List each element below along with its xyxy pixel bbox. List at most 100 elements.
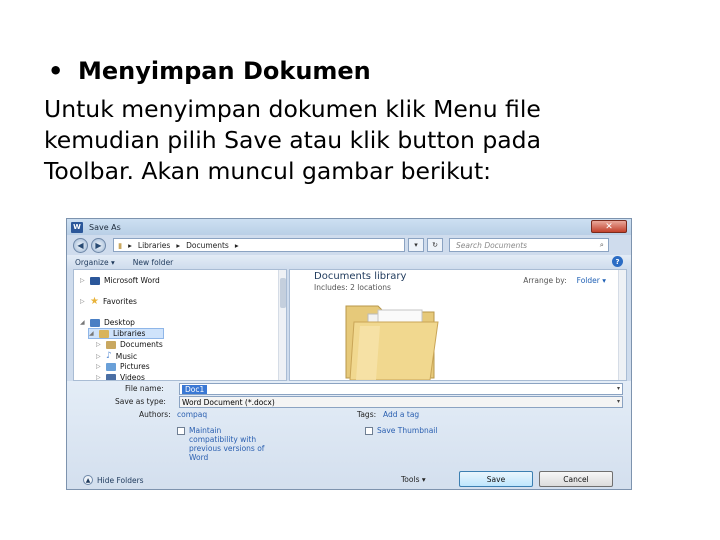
address-dropdown-button[interactable]: ▾	[408, 238, 424, 252]
collapse-arrow-icon[interactable]: ◢	[89, 330, 95, 337]
word-icon	[90, 276, 100, 285]
bullet-glyph: •	[48, 57, 64, 85]
documents-icon	[106, 340, 116, 349]
slide-text: • Menyimpan Dokumen Untuk menyimpan dokum…	[44, 56, 684, 187]
refresh-button[interactable]: ↻	[427, 238, 443, 252]
cancel-button[interactable]: Cancel	[539, 471, 613, 487]
expand-arrow-icon[interactable]: ▷	[80, 298, 86, 305]
tree-item-videos[interactable]: ▷ Videos	[96, 373, 145, 381]
folder-icon: ▮	[118, 240, 123, 250]
search-input[interactable]: Search Documents ⌕	[449, 238, 609, 252]
tags-value[interactable]: Add a tag	[383, 410, 419, 419]
collapse-arrow-icon[interactable]: ◢	[80, 319, 86, 326]
tree-item-favorites[interactable]: ▷ ★ Favorites	[80, 296, 137, 307]
file-name-input[interactable]: Doc1 ▾	[179, 383, 623, 395]
checkbox-box[interactable]	[177, 427, 185, 435]
tree-item-label: Libraries	[113, 329, 146, 338]
maintain-compatibility-label: Maintain compatibility with previous ver…	[189, 426, 264, 462]
save-button[interactable]: Save	[459, 471, 533, 487]
search-placeholder: Search Documents	[456, 240, 528, 250]
arrange-by-dropdown[interactable]: Folder ▾	[577, 276, 606, 285]
expand-arrow-icon[interactable]: ▷	[96, 363, 102, 370]
new-folder-button[interactable]: New folder	[133, 258, 174, 267]
hide-folders-button[interactable]: ▲ Hide Folders	[83, 475, 144, 485]
word-icon: W	[71, 221, 83, 233]
desktop-icon	[90, 318, 100, 327]
folder-icon[interactable]	[338, 300, 456, 380]
save-fields: File name: Doc1 ▾ Save as type: Word Doc…	[67, 381, 631, 489]
authors-value[interactable]: compaq	[177, 410, 207, 419]
content-pane: Documents library Includes: 2 locations …	[289, 269, 627, 381]
back-button[interactable]: ◀	[73, 237, 88, 253]
maintain-line: Word	[189, 453, 209, 462]
tree-item-label: Microsoft Word	[104, 276, 160, 285]
save-type-select[interactable]: Word Document (*.docx) ▾	[179, 396, 623, 408]
breadcrumb-separator: ▸	[176, 240, 181, 250]
navigation-pane: ▷ Microsoft Word ▷ ★ Favorites ◢ Desktop…	[73, 269, 287, 381]
maintain-compatibility-checkbox[interactable]: Maintain compatibility with previous ver…	[177, 426, 264, 462]
chevron-down-icon[interactable]: ▾	[617, 398, 620, 405]
dialog-title: Save As	[89, 222, 121, 232]
pictures-icon	[106, 362, 116, 371]
breadcrumb-documents[interactable]: Documents	[186, 241, 229, 250]
arrange-by-label: Arrange by:	[523, 276, 567, 285]
slide-paragraph: Untuk menyimpan dokumen klik Menu file k…	[44, 94, 684, 187]
save-thumbnail-checkbox[interactable]: Save Thumbnail	[365, 426, 437, 435]
expand-arrow-icon[interactable]: ▷	[96, 374, 102, 380]
chevron-up-icon: ▲	[83, 475, 93, 485]
tree-item-label: Favorites	[102, 297, 137, 306]
navigation-scrollbar[interactable]	[278, 270, 286, 380]
hide-folders-label: Hide Folders	[97, 475, 144, 485]
address-bar[interactable]: ▮ ▸ Libraries ▸ Documents ▸	[113, 238, 405, 252]
breadcrumb-libraries[interactable]: Libraries	[138, 241, 170, 250]
content-scrollbar[interactable]	[618, 270, 626, 380]
scrollbar-thumb[interactable]	[280, 278, 286, 308]
tree-item-label: Music	[115, 351, 138, 361]
help-icon[interactable]: ?	[612, 256, 623, 267]
breadcrumb-separator: ▸	[128, 240, 132, 250]
music-icon: ♪	[106, 351, 112, 361]
paragraph-line: Toolbar. Akan muncul gambar berikut:	[44, 157, 492, 185]
organize-menu[interactable]: Organize ▾	[75, 258, 115, 267]
save-type-label: Save as type:	[115, 397, 166, 406]
tree-item-label: Documents	[120, 340, 163, 349]
save-as-dialog: W Save As ✕ ◀ ▶ ▮ ▸ Libraries ▸ Document…	[66, 218, 632, 490]
tree-item-music[interactable]: ▷ ♪ Music	[96, 351, 137, 361]
slide-heading: • Menyimpan Dokumen	[44, 56, 684, 86]
authors-label: Authors:	[139, 410, 171, 419]
paragraph-line: Untuk menyimpan dokumen klik Menu file	[44, 95, 541, 123]
dialog-toolbar: Organize ▾ New folder ?	[67, 255, 631, 269]
tools-menu[interactable]: Tools ▾	[401, 475, 426, 484]
maintain-line: compatibility with	[189, 435, 257, 444]
library-icon	[99, 329, 109, 338]
tree-item-documents[interactable]: ▷ Documents	[96, 340, 163, 349]
tree-item-label: Desktop	[104, 318, 135, 327]
library-title: Documents library	[314, 271, 407, 282]
arrange-by: Arrange by: Folder ▾	[523, 276, 606, 285]
videos-icon	[106, 373, 116, 380]
forward-button[interactable]: ▶	[91, 237, 106, 253]
chevron-down-icon[interactable]: ▾	[617, 385, 620, 392]
tree-item-pictures[interactable]: ▷ Pictures	[96, 362, 150, 371]
file-name-value: Doc1	[182, 384, 208, 394]
close-button[interactable]: ✕	[591, 220, 627, 233]
tree-item-label: Videos	[120, 373, 145, 381]
save-type-value: Word Document (*.docx)	[182, 397, 275, 407]
expand-arrow-icon[interactable]: ▷	[96, 353, 102, 360]
checkbox-box[interactable]	[365, 427, 373, 435]
expand-arrow-icon[interactable]: ▷	[96, 341, 102, 348]
dialog-titlebar: W Save As ✕	[67, 219, 631, 235]
tree-item-desktop[interactable]: ◢ Desktop	[80, 318, 135, 327]
tree-item-label: Pictures	[120, 362, 150, 371]
breadcrumb-separator: ▸	[234, 240, 239, 250]
address-row: ◀ ▶ ▮ ▸ Libraries ▸ Documents ▸ ▾ ↻ Sear…	[67, 235, 631, 255]
save-thumbnail-label: Save Thumbnail	[377, 426, 438, 435]
library-subtitle[interactable]: Includes: 2 locations	[314, 283, 391, 292]
tree-item-libraries[interactable]: ◢ Libraries	[88, 328, 165, 339]
star-icon: ★	[90, 296, 99, 307]
tree-item-microsoft-word[interactable]: ▷ Microsoft Word	[80, 276, 160, 285]
folder-graphic	[345, 305, 439, 380]
maintain-line: previous versions of	[189, 444, 265, 453]
heading-text: Menyimpan Dokumen	[78, 57, 371, 85]
expand-arrow-icon[interactable]: ▷	[80, 277, 86, 284]
